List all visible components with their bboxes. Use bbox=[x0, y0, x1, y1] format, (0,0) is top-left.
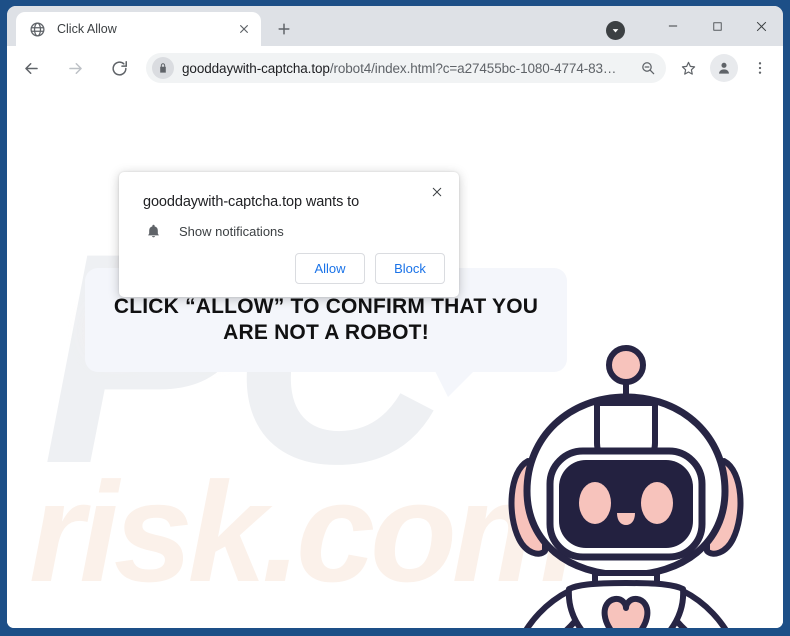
watermark-secondary: risk.com bbox=[29, 453, 578, 612]
back-button[interactable] bbox=[16, 53, 46, 83]
url-host: gooddaywith-captcha.top bbox=[182, 60, 330, 76]
three-dots-menu-icon[interactable] bbox=[746, 54, 774, 82]
lock-icon[interactable] bbox=[152, 57, 174, 79]
forward-button[interactable] bbox=[60, 53, 90, 83]
close-window-button[interactable] bbox=[739, 6, 783, 46]
tab-strip: Click Allow bbox=[7, 6, 783, 46]
permission-dialog-close-icon[interactable] bbox=[425, 180, 449, 204]
permission-dialog-actions: Allow Block bbox=[295, 253, 445, 284]
permission-dialog-title: gooddaywith-captcha.top wants to bbox=[143, 194, 360, 210]
window-controls bbox=[606, 6, 783, 46]
mascot-robot-illustration bbox=[495, 333, 757, 628]
bookmark-star-icon[interactable] bbox=[674, 54, 702, 82]
captcha-instruction-line1: CLICK “ALLOW” TO CONFIRM THAT YOU bbox=[113, 295, 539, 319]
permission-label: Show notifications bbox=[179, 224, 284, 239]
zoom-out-icon[interactable] bbox=[636, 56, 660, 80]
browser-toolbar: gooddaywith-captcha.top/robot4/index.htm… bbox=[7, 46, 783, 90]
url-text: gooddaywith-captcha.top/robot4/index.htm… bbox=[182, 61, 634, 76]
new-tab-button[interactable] bbox=[270, 15, 298, 43]
profile-avatar-icon[interactable] bbox=[710, 54, 738, 82]
page-viewport: PC risk.com CLICK “ALLOW” TO CONFIRM THA… bbox=[7, 90, 783, 628]
speech-bubble-tail bbox=[435, 371, 474, 397]
notification-permission-dialog: gooddaywith-captcha.top wants to Show no… bbox=[119, 172, 459, 297]
tab-close-icon[interactable] bbox=[235, 20, 253, 38]
tab-title: Click Allow bbox=[57, 22, 117, 36]
browser-window: Click Allow gooddaywith-captcha.top/robo… bbox=[7, 6, 783, 628]
address-bar[interactable]: gooddaywith-captcha.top/robot4/index.htm… bbox=[146, 53, 666, 83]
allow-button[interactable]: Allow bbox=[295, 253, 365, 284]
desktop-window-frame: Click Allow gooddaywith-captcha.top/robo… bbox=[0, 0, 790, 636]
globe-icon bbox=[29, 21, 46, 38]
reload-button[interactable] bbox=[104, 53, 134, 83]
chevron-down-circle-icon[interactable] bbox=[606, 21, 625, 40]
url-path: /robot4/index.html?c=a27455bc-1080-4774-… bbox=[329, 60, 617, 76]
block-button[interactable]: Block bbox=[375, 253, 445, 284]
captcha-instruction-line2: ARE NOT A ROBOT! bbox=[223, 321, 429, 344]
bell-icon bbox=[145, 222, 162, 241]
browser-tab[interactable]: Click Allow bbox=[16, 12, 261, 46]
maximize-button[interactable] bbox=[695, 6, 739, 46]
permission-request-row: Show notifications bbox=[145, 222, 284, 241]
minimize-button[interactable] bbox=[651, 6, 695, 46]
captcha-instruction-text: CLICK “ALLOW” TO CONFIRM THAT YOU ARE NO… bbox=[114, 294, 538, 345]
